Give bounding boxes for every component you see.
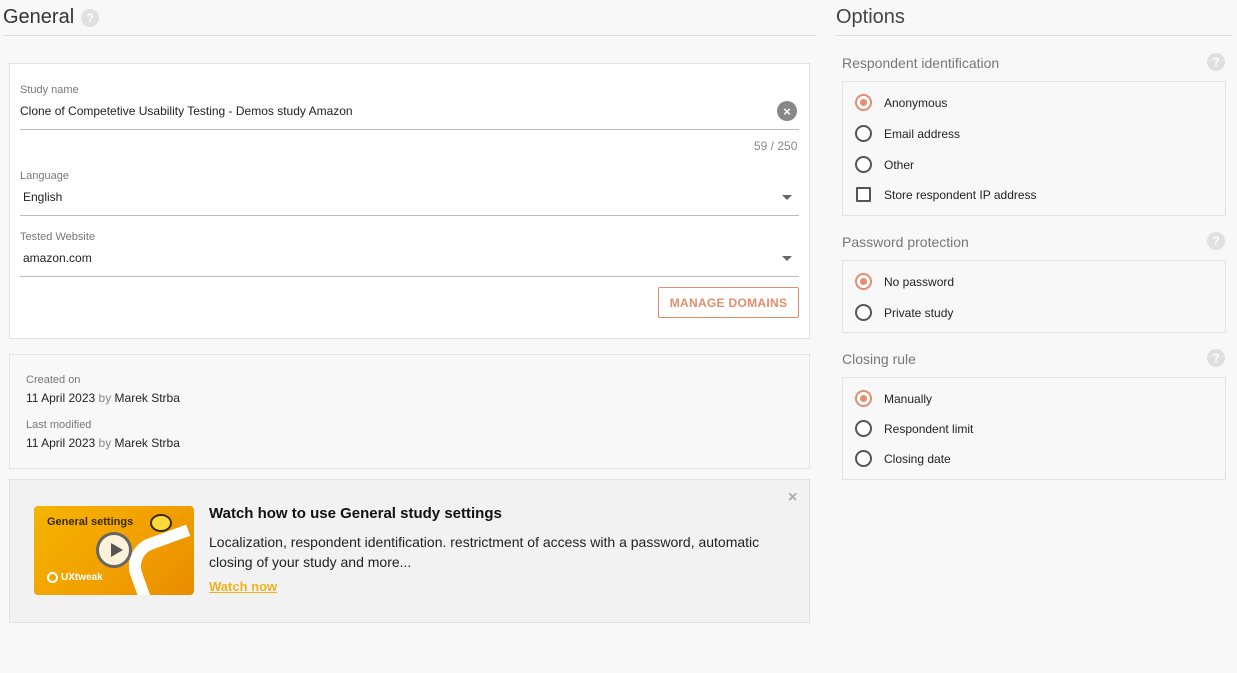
thumbnail-title: General settings bbox=[47, 516, 134, 528]
radio-closing-date[interactable] bbox=[855, 450, 872, 467]
created-by-author: Marek Strba bbox=[114, 391, 180, 405]
radio-manually[interactable] bbox=[855, 390, 872, 407]
modified-date: 11 April 2023 bbox=[26, 436, 96, 450]
respondent-option-anonymous[interactable]: Anonymous bbox=[855, 94, 947, 111]
close-promo-icon[interactable]: × bbox=[788, 489, 797, 507]
closing-option-label: Respondent limit bbox=[884, 421, 974, 436]
password-option-label: Private study bbox=[884, 305, 954, 320]
radio-respondent-limit[interactable] bbox=[855, 420, 872, 437]
clear-study-name-icon[interactable]: × bbox=[777, 101, 797, 121]
general-column: General ? bbox=[3, 0, 816, 36]
study-meta-card: Created on 11 April 2023 by Marek Strba … bbox=[9, 354, 810, 469]
watch-now-link[interactable]: Watch now bbox=[209, 579, 277, 594]
study-name-underline bbox=[20, 129, 799, 130]
modified-value: 11 April 2023 by Marek Strba bbox=[26, 436, 180, 450]
radio-email[interactable] bbox=[855, 125, 872, 142]
language-chevron-down-icon[interactable] bbox=[782, 195, 792, 200]
respondent-option-label: Anonymous bbox=[884, 95, 948, 110]
website-underline bbox=[20, 276, 799, 277]
store-ip-label: Store respondent IP address bbox=[884, 187, 1037, 202]
tutorial-promo: General settings UXtweak Watch how to us… bbox=[9, 479, 810, 623]
closing-option-respondent-limit[interactable]: Respondent limit bbox=[855, 420, 973, 437]
website-select[interactable]: amazon.com bbox=[23, 251, 92, 265]
general-header: General ? bbox=[3, 0, 816, 36]
respondent-option-email[interactable]: Email address bbox=[855, 125, 960, 142]
manage-domains-button[interactable]: MANAGE DOMAINS bbox=[658, 287, 799, 318]
language-underline bbox=[20, 215, 799, 216]
promo-title: Watch how to use General study settings bbox=[209, 505, 502, 522]
closing-help-icon[interactable]: ? bbox=[1207, 349, 1225, 367]
modified-label: Last modified bbox=[26, 419, 92, 431]
radio-no-password[interactable] bbox=[855, 273, 872, 290]
password-protection-box bbox=[842, 260, 1226, 333]
study-name-label: Study name bbox=[20, 84, 79, 96]
study-name-counter: 59 / 250 bbox=[754, 139, 798, 153]
store-ip-checkbox[interactable]: Store respondent IP address bbox=[856, 187, 1037, 202]
closing-option-label: Closing date bbox=[884, 451, 951, 466]
modified-by-word: by bbox=[98, 436, 112, 450]
created-value: 11 April 2023 by Marek Strba bbox=[26, 391, 180, 405]
created-date: 11 April 2023 bbox=[26, 391, 96, 405]
password-option-label: No password bbox=[884, 274, 955, 289]
password-option-none[interactable]: No password bbox=[855, 273, 954, 290]
website-label: Tested Website bbox=[20, 231, 96, 243]
swoosh-graphic bbox=[120, 524, 194, 595]
tutorial-video-thumbnail[interactable]: General settings UXtweak bbox=[34, 506, 194, 595]
bee-mascot-icon bbox=[150, 514, 172, 532]
password-option-private[interactable]: Private study bbox=[855, 304, 953, 321]
play-icon[interactable] bbox=[96, 532, 132, 568]
radio-anonymous[interactable] bbox=[855, 94, 872, 111]
radio-private-study[interactable] bbox=[855, 304, 872, 321]
password-protection-heading: Password protection bbox=[842, 234, 969, 250]
study-settings-card: Study name Clone of Competetive Usabilit… bbox=[9, 63, 810, 339]
language-select[interactable]: English bbox=[23, 190, 62, 204]
uxtweak-logo: UXtweak bbox=[47, 572, 103, 583]
options-header: Options bbox=[836, 0, 1232, 36]
closing-rule-heading: Closing rule bbox=[842, 351, 916, 367]
website-chevron-down-icon[interactable] bbox=[782, 256, 792, 261]
options-column: Options bbox=[836, 0, 1232, 36]
respondent-help-icon[interactable]: ? bbox=[1207, 53, 1225, 71]
options-title: Options bbox=[836, 6, 905, 28]
closing-option-manually[interactable]: Manually bbox=[855, 390, 932, 407]
uxtweak-logo-text: UXtweak bbox=[61, 572, 103, 583]
password-help-icon[interactable]: ? bbox=[1207, 232, 1225, 250]
study-name-input[interactable]: Clone of Competetive Usability Testing -… bbox=[20, 104, 353, 118]
respondent-option-label: Other bbox=[884, 157, 915, 172]
modified-by-author: Marek Strba bbox=[114, 436, 180, 450]
created-by-word: by bbox=[98, 391, 112, 405]
general-title: General bbox=[3, 6, 75, 28]
closing-option-closing-date[interactable]: Closing date bbox=[855, 450, 951, 467]
language-label: Language bbox=[20, 170, 69, 182]
promo-description: Localization, respondent identification.… bbox=[209, 534, 760, 570]
respondent-option-other[interactable]: Other bbox=[855, 156, 914, 173]
radio-other[interactable] bbox=[855, 156, 872, 173]
checkbox-store-ip[interactable] bbox=[856, 187, 871, 202]
created-label: Created on bbox=[26, 374, 81, 386]
general-help-icon[interactable]: ? bbox=[81, 8, 100, 27]
respondent-identification-heading: Respondent identification bbox=[842, 55, 1000, 71]
respondent-option-label: Email address bbox=[884, 126, 961, 141]
closing-option-label: Manually bbox=[884, 391, 933, 406]
